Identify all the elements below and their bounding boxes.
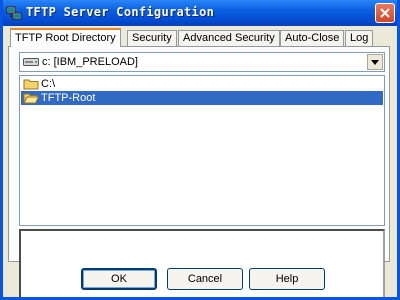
tab-advanced-security[interactable]: Advanced Security [178,30,280,46]
directory-item-root[interactable]: C:\ [21,77,383,91]
tab-tftp-root-directory[interactable]: TFTP Root Directory [10,28,121,47]
directory-item-label: C:\ [41,78,56,90]
directory-list[interactable]: C:\ TFTP-Root [19,75,385,226]
tab-log[interactable]: Log [345,30,374,46]
directory-item-label: TFTP-Root [41,92,96,104]
directory-item-tftp-root[interactable]: TFTP-Root [21,91,383,105]
hard-drive-icon [23,57,39,70]
open-folder-icon [23,92,40,107]
tftp-config-dialog: TFTP Server Configuration TFTP Root Dire… [0,0,400,300]
drive-select-value: c: [IBM_PRELOAD] [42,56,138,68]
close-button[interactable] [375,3,395,23]
tab-security[interactable]: Security [127,30,177,46]
chevron-down-icon [371,60,379,65]
close-icon [380,8,390,18]
cancel-button[interactable]: Cancel [167,268,243,290]
tab-panel-tftp-root-directory: c: [IBM_PRELOAD] C:\ TFTP-Root [8,46,390,297]
tab-strip: TFTP Root Directory Security Advanced Se… [8,28,388,47]
network-computer-icon [6,5,22,21]
title-bar[interactable]: TFTP Server Configuration [3,0,397,26]
drive-select[interactable]: c: [IBM_PRELOAD] [19,52,385,72]
help-button[interactable]: Help [249,268,325,290]
ok-button[interactable]: OK [81,268,157,290]
window-title: TFTP Server Configuration [26,5,215,19]
tab-auto-close[interactable]: Auto-Close [280,30,345,46]
drive-dropdown-button[interactable] [367,54,383,70]
